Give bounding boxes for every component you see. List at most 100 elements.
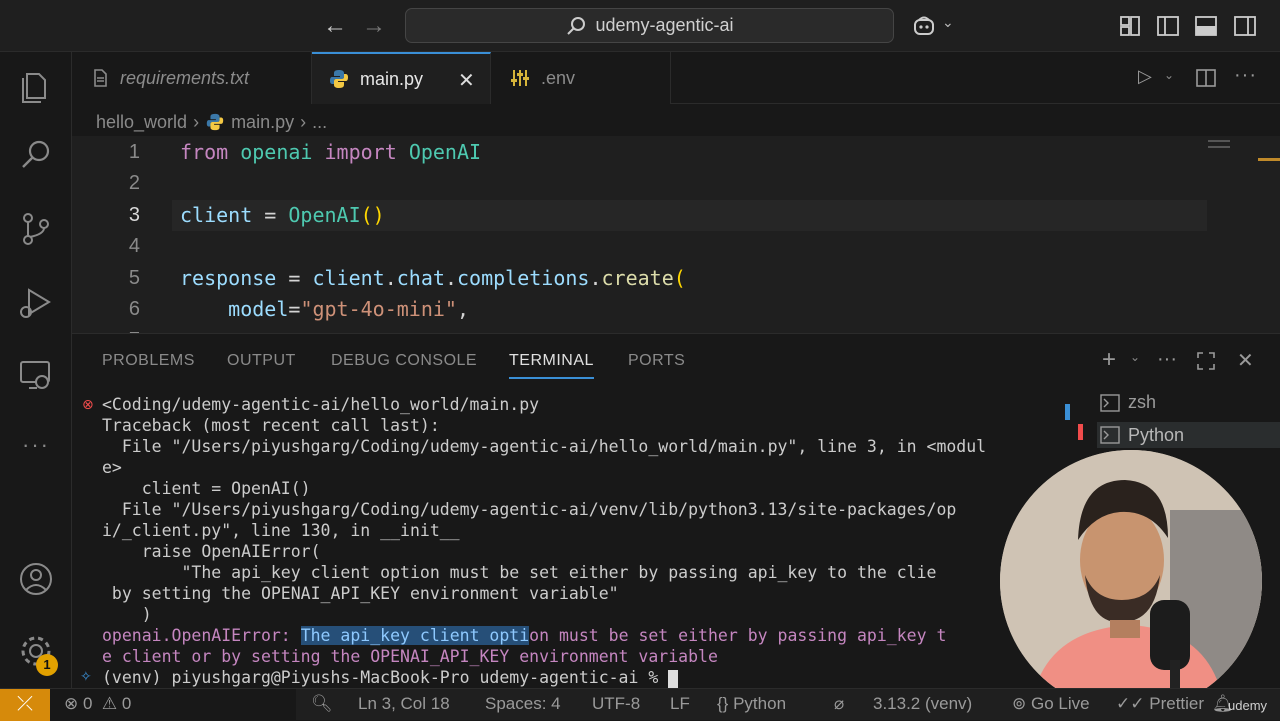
close-icon[interactable]: ✕	[458, 68, 475, 93]
terminal-line: File "/Users/piyushgarg/Coding/udemy-age…	[102, 437, 987, 456]
prettier-status[interactable]: ✓✓ Prettier	[1116, 694, 1204, 714]
zoom-icon[interactable]: 🔍︎	[311, 694, 333, 714]
problems-indicator[interactable]: ⊗ 0 ⚠ 0	[64, 694, 131, 714]
maximize-panel-icon[interactable]	[1197, 352, 1215, 370]
editor-tab-bar: requirements.txt main.py ✕ .env ▷ ⌄ ···	[72, 52, 1280, 104]
toggle-panel-icon[interactable]	[1194, 14, 1218, 38]
tab-env[interactable]: .env	[491, 52, 671, 104]
terminal-name: zsh	[1128, 392, 1157, 412]
chevron-down-icon[interactable]: ⌄	[942, 14, 954, 31]
more-icon[interactable]: ···	[22, 432, 50, 458]
run-play-icon[interactable]: ▷	[1138, 66, 1152, 87]
tab-label: requirements.txt	[120, 67, 250, 88]
command-center-search[interactable]: udemy-agentic-ai	[405, 8, 894, 43]
end-of-line[interactable]: LF	[670, 694, 690, 714]
terminal-line: e>	[102, 458, 122, 477]
terminal-line: client = OpenAI()	[102, 479, 311, 498]
error-circle-icon: ⊗	[82, 396, 94, 412]
error-icon: ⊗	[64, 694, 79, 713]
code-editor[interactable]: 1 from openai import OpenAI 2 3 client = O…	[72, 136, 1280, 333]
code-line: 1 from openai import OpenAI	[72, 137, 1207, 168]
check-icon: ✓✓	[1116, 694, 1145, 713]
terminal-line: by setting the OPENAI_API_KEY environmen…	[102, 584, 619, 603]
tab-main-py[interactable]: main.py ✕	[312, 52, 491, 104]
terminal-icon	[1100, 426, 1120, 444]
tab-ports[interactable]: PORTS	[628, 352, 685, 370]
tab-label: .env	[541, 67, 576, 88]
error-count: 0	[82, 694, 93, 713]
more-actions-icon[interactable]: ···	[1234, 64, 1257, 87]
terminal-line: File "/Users/piyushgarg/Coding/udemy-age…	[102, 500, 957, 519]
bell-slash-icon[interactable]: ⌀	[834, 694, 844, 714]
settings-badge: 1	[36, 654, 58, 676]
terminal-line: )	[102, 605, 152, 624]
tab-output[interactable]: OUTPUT	[227, 352, 296, 370]
split-editor-icon[interactable]	[1196, 68, 1216, 88]
line-number: 1	[128, 141, 140, 163]
terminal-icon	[1100, 393, 1120, 412]
tab-label: main.py	[360, 68, 424, 89]
cursor-position[interactable]: Ln 3, Col 18	[358, 694, 450, 714]
chevron-down-icon[interactable]: ⌄	[1164, 68, 1174, 82]
language-mode[interactable]: {} Python	[717, 694, 786, 714]
terminal-prompt[interactable]: (venv) piyushgarg@Piyushs-MacBook-Pro ud…	[102, 667, 679, 688]
customize-layout-icon[interactable]	[1118, 14, 1142, 38]
new-terminal-icon[interactable]: +	[1102, 346, 1116, 374]
search-icon[interactable]	[17, 136, 55, 174]
terminal-line: <Coding/udemy-agentic-ai/hello_world/mai…	[102, 395, 540, 414]
breadcrumb-more[interactable]: ...	[312, 112, 327, 133]
settings-file-icon	[94, 69, 107, 87]
breadcrumb-file[interactable]: main.py	[231, 112, 294, 133]
cursor	[668, 669, 679, 688]
encoding[interactable]: UTF-8	[592, 694, 640, 714]
close-panel-icon[interactable]: ✕	[1237, 348, 1254, 373]
tab-debug-console[interactable]: DEBUG CONSOLE	[331, 352, 477, 370]
tab-terminal[interactable]: TERMINAL	[509, 352, 594, 379]
account-icon[interactable]	[17, 560, 55, 598]
indentation[interactable]: Spaces: 4	[485, 694, 561, 714]
minimap[interactable]	[1208, 140, 1230, 148]
error-message: on must be set either by passing api_key…	[529, 626, 947, 645]
copilot-icon[interactable]	[912, 14, 936, 38]
python-interpreter[interactable]: 3.13.2 (venv)	[873, 694, 972, 714]
broadcast-icon: ⊚	[1012, 694, 1027, 713]
toggle-secondary-sidebar-icon[interactable]	[1233, 14, 1257, 38]
code-line: 7	[72, 325, 1207, 333]
chevron-right-icon: ›	[193, 111, 200, 132]
tab-requirements[interactable]: requirements.txt	[72, 52, 312, 104]
line-number: 2	[128, 172, 140, 194]
terminal-line: i/_client.py", line 130, in __init__	[102, 521, 460, 540]
braces-icon: {}	[717, 694, 729, 713]
breadcrumb-folder[interactable]: hello_world	[96, 112, 187, 133]
chevron-right-icon: ›	[300, 111, 307, 132]
back-arrow-icon[interactable]: ←	[323, 12, 347, 40]
toggle-sidebar-icon[interactable]	[1156, 14, 1180, 38]
go-live-button[interactable]: ⊚ Go Live	[1012, 694, 1090, 714]
terminal-name: Python	[1128, 424, 1185, 445]
explorer-icon[interactable]	[17, 68, 55, 106]
terminal-item-python[interactable]: Python	[1097, 422, 1280, 448]
terminal-item-zsh[interactable]: zsh	[1100, 392, 1156, 413]
forward-arrow-icon[interactable]: →	[362, 12, 386, 40]
remote-indicator[interactable]: ⤫	[0, 689, 50, 721]
remote-explorer-icon[interactable]	[17, 356, 55, 394]
code-line: 5 response = client.chat.completions.crea…	[72, 263, 1207, 294]
more-actions-icon[interactable]: ···	[1157, 348, 1177, 371]
selected-text: The api_key client opti	[300, 626, 530, 645]
code-line: 6 model="gpt-4o-mini",	[72, 294, 1207, 325]
line-number: 3	[128, 204, 140, 226]
tab-problems[interactable]: PROBLEMS	[102, 352, 195, 370]
presenter-image	[1000, 450, 1262, 712]
terminal-error-line: e client or by setting the OPENAI_API_KE…	[102, 647, 718, 666]
webcam-overlay	[1000, 450, 1262, 712]
code-line: 3 client = OpenAI()	[72, 200, 1207, 231]
chevron-down-icon[interactable]: ⌄	[1130, 350, 1140, 364]
scrollbar-marker	[1065, 404, 1070, 420]
source-control-icon[interactable]	[17, 210, 55, 248]
terminal-line: raise OpenAIError(	[102, 542, 321, 561]
python-icon	[206, 113, 224, 131]
scrollbar-marker[interactable]	[1258, 158, 1280, 161]
run-debug-icon[interactable]	[17, 284, 55, 322]
prompt-text: (venv) piyushgarg@Piyushs-MacBook-Pro ud…	[102, 668, 669, 687]
error-prefix: openai.OpenAIError:	[102, 626, 291, 645]
